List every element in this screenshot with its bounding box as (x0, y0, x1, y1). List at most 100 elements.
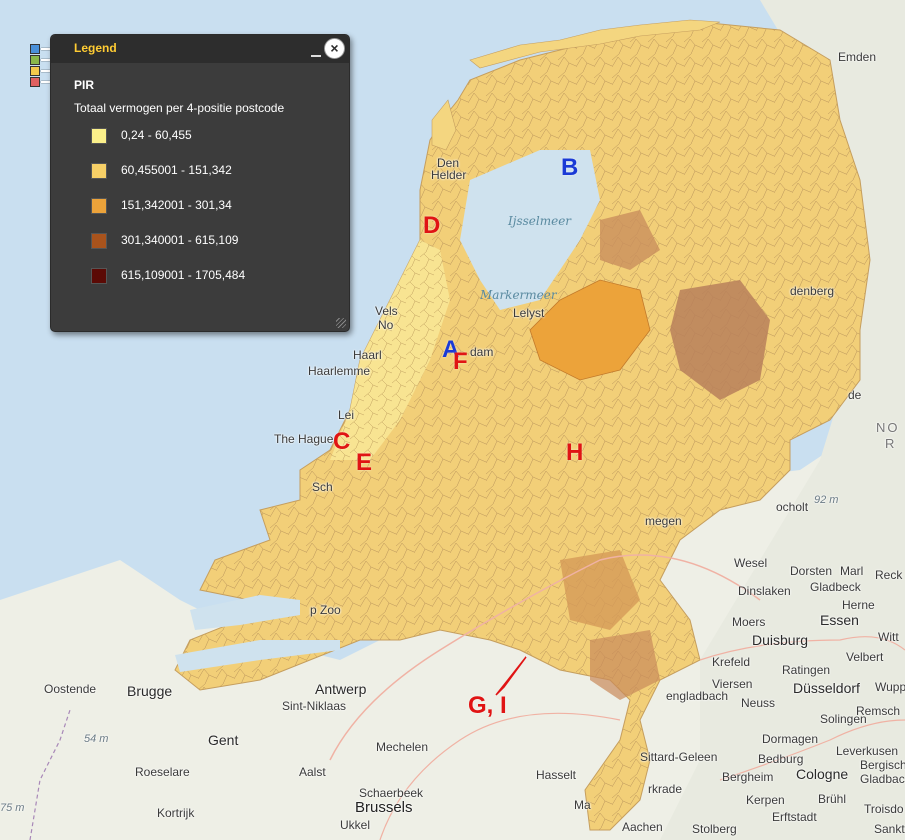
marker-E: E (356, 449, 373, 476)
legend-swatch (91, 198, 107, 214)
region-label: NO (876, 420, 900, 435)
place-label: Aachen (622, 820, 663, 834)
place-label: Aalst (299, 765, 326, 779)
marker-D: D (423, 212, 441, 239)
legend-swatch (91, 163, 107, 179)
place-label: Wesel (734, 556, 768, 570)
legend-swatch (91, 128, 107, 144)
place-label: Sittard-Geleen (640, 750, 718, 764)
place-label: Sankt (874, 822, 905, 836)
elevation-label: 92 m (814, 494, 839, 506)
place-label: Duisburg (752, 632, 809, 648)
legend-title: Legend (74, 41, 117, 55)
layer-icon (30, 44, 40, 54)
place-label: de (848, 388, 862, 402)
place-label: Vels (375, 304, 398, 318)
layer-icon (30, 66, 40, 76)
place-label: Velbert (846, 650, 884, 664)
place-label: Witt (878, 630, 899, 644)
legend-item-label: 0,24 - 60,455 (121, 128, 192, 142)
legend-header[interactable]: Legend × (51, 35, 349, 63)
place-label: Brugge (127, 683, 173, 699)
place-label: Haarl (353, 348, 382, 362)
place-label: Ukkel (340, 818, 371, 832)
layer-icon (30, 55, 40, 65)
marker-pointer-arrow (495, 656, 527, 696)
place-label: engladbach (666, 689, 729, 703)
place-label: The Hague (274, 432, 334, 446)
place-label: Stolberg (692, 822, 737, 836)
place-label: Oostende (44, 682, 97, 696)
place-label: Essen (820, 612, 859, 628)
legend-swatch (91, 233, 107, 249)
place-label: Wupp (875, 680, 905, 694)
legend-field-name: Totaal vermogen per 4-positie postcode (74, 101, 285, 115)
place-label: Dorsten (790, 564, 833, 578)
marker-C: C (333, 428, 351, 455)
water-label: Markermeer (480, 288, 557, 302)
place-label: Mechelen (376, 740, 429, 754)
legend-item-label: 301,340001 - 615,109 (121, 233, 239, 247)
close-icon[interactable]: × (324, 38, 345, 59)
place-label: Gladbeck (810, 580, 861, 594)
place-label: dam (470, 345, 494, 359)
place-label: megen (645, 514, 682, 528)
place-label: Marl (840, 564, 864, 578)
marker-H: H (566, 439, 584, 466)
place-label: Sch (312, 480, 333, 494)
place-label: Solingen (820, 712, 867, 726)
place-label: Haarlemme (308, 364, 371, 378)
place-label: Roeselare (135, 765, 190, 779)
water-label: Ijsselmeer (508, 214, 572, 228)
place-label: Hasselt (536, 768, 577, 782)
place-label: ocholt (776, 500, 809, 514)
legend-item-label: 60,455001 - 151,342 (121, 163, 232, 177)
place-label: Brussels (355, 799, 413, 816)
legend-item-label: 151,342001 - 301,34 (121, 198, 232, 212)
place-label: Neuss (741, 696, 776, 710)
place-label: Ratingen (782, 663, 831, 677)
place-label: Brühl (818, 792, 847, 806)
resize-handle[interactable] (336, 318, 346, 328)
place-label: Sint-Niklaas (282, 699, 347, 713)
place-label: p Zoo (310, 603, 341, 617)
marker-B: B (561, 154, 579, 181)
place-label: Emden (838, 50, 877, 64)
place-label: Dormagen (762, 732, 819, 746)
place-label: Bergisch (860, 758, 905, 772)
place-label: rkrade (648, 782, 683, 796)
place-label: Kortrijk (157, 806, 195, 820)
place-label: Düsseldorf (793, 680, 860, 696)
legend-swatch (91, 268, 107, 284)
place-label: Ma (574, 798, 591, 812)
place-label: Gladbac (860, 772, 905, 786)
place-label: Helder (431, 168, 467, 182)
place-label: Cologne (796, 766, 849, 782)
place-label: Gent (208, 732, 239, 748)
place-label: Lelyst (513, 306, 545, 320)
layer-icon (30, 77, 40, 87)
place-label: Moers (732, 615, 766, 629)
legend-panel[interactable]: Legend × PIR Totaal vermogen per 4-posit… (50, 34, 350, 332)
place-label: Lei (338, 408, 355, 422)
place-label: Schaerbeek (359, 786, 424, 800)
legend-layer-name: PIR (74, 78, 95, 92)
place-label: denberg (790, 284, 835, 298)
place-label: Erftstadt (772, 810, 817, 824)
elevation-label: 75 m (0, 802, 25, 814)
place-label: Antwerp (315, 681, 367, 697)
place-label: Dinslaken (738, 584, 791, 598)
place-label: Bergheim (722, 770, 774, 784)
legend-item-label: 615,109001 - 1705,484 (121, 268, 246, 282)
place-label: Troisdo (864, 802, 904, 816)
place-label: Kerpen (746, 793, 785, 807)
place-label: Leverkusen (836, 744, 899, 758)
elevation-label: 54 m (84, 733, 109, 745)
region-label: R (885, 436, 895, 451)
place-label: Reck (875, 568, 903, 582)
place-label: Herne (842, 598, 875, 612)
place-label: No (378, 318, 394, 332)
place-label: Bedburg (758, 752, 804, 766)
marker-F: F (453, 348, 468, 375)
minimize-icon[interactable] (311, 47, 321, 57)
